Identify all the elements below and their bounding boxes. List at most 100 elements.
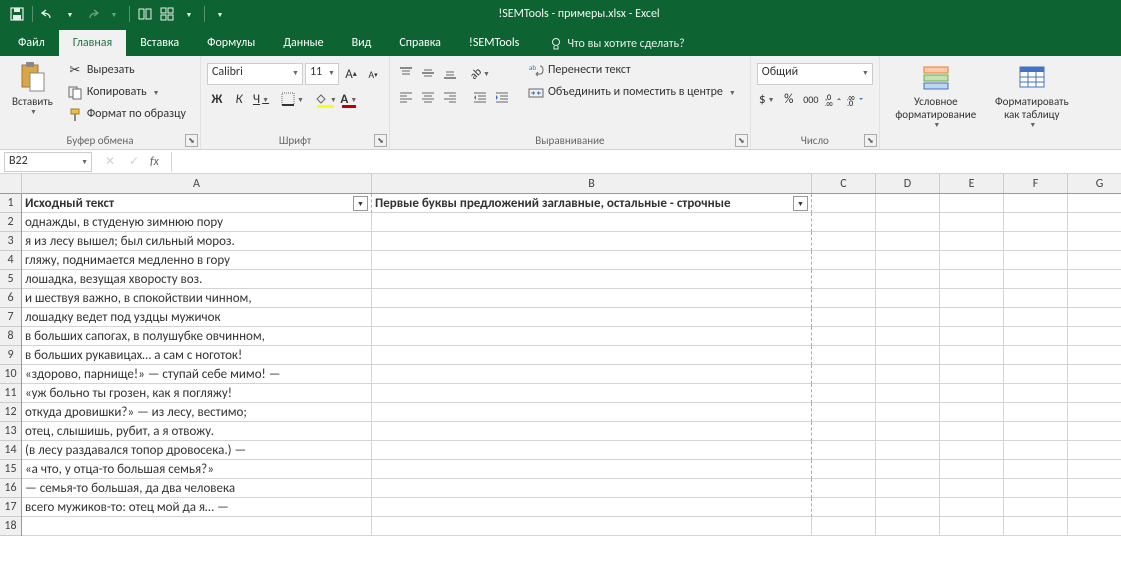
row-header-18[interactable]: 18 [0, 517, 21, 536]
cell[interactable]: всего мужиков-то: отец мой да я… — [22, 498, 372, 517]
cell[interactable] [372, 270, 812, 289]
cell[interactable] [1004, 441, 1068, 460]
tab-data[interactable]: Данные [269, 30, 337, 56]
row-header-4[interactable]: 4 [0, 251, 21, 270]
enter-icon[interactable]: ✓ [126, 154, 142, 170]
cell[interactable] [876, 232, 940, 251]
cell[interactable] [1004, 327, 1068, 346]
cell[interactable] [1068, 479, 1121, 498]
align-right-button[interactable] [440, 87, 460, 107]
cell[interactable] [940, 327, 1004, 346]
cell[interactable]: «уж больно ты грозен, как я погляжу! [22, 384, 372, 403]
cell[interactable] [812, 498, 876, 517]
cell[interactable]: откуда дровишки?» — из лесу, вестимо; [22, 403, 372, 422]
cell[interactable] [876, 270, 940, 289]
cell[interactable] [372, 441, 812, 460]
row-header-7[interactable]: 7 [0, 308, 21, 327]
align-bottom-button[interactable] [440, 63, 460, 83]
cell[interactable] [812, 479, 876, 498]
cell[interactable] [812, 270, 876, 289]
filter-button[interactable]: ▼ [353, 196, 368, 211]
cell[interactable] [372, 346, 812, 365]
column-header-E[interactable]: E [940, 174, 1004, 193]
cell[interactable] [1004, 384, 1068, 403]
row-header-9[interactable]: 9 [0, 346, 21, 365]
cell[interactable] [940, 441, 1004, 460]
cell[interactable] [372, 384, 812, 403]
cell[interactable] [1068, 194, 1121, 213]
cell[interactable] [1068, 251, 1121, 270]
cell[interactable]: в больших рукавицах… а сам с ноготок! [22, 346, 372, 365]
cell[interactable] [812, 384, 876, 403]
cell[interactable] [1004, 498, 1068, 517]
cell[interactable] [940, 232, 1004, 251]
name-box[interactable]: B22 ▼ [4, 152, 92, 172]
wrap-text-button[interactable]: ab Перенести текст [524, 61, 740, 81]
cell[interactable] [1004, 232, 1068, 251]
cell[interactable] [1004, 251, 1068, 270]
cell[interactable] [372, 308, 812, 327]
increase-indent-button[interactable] [492, 87, 512, 107]
cell[interactable] [1004, 213, 1068, 232]
thousands-button[interactable]: 000 [801, 89, 821, 109]
tab-file[interactable]: Файл [4, 30, 59, 56]
number-format-select[interactable]: Общий ▼ [757, 63, 873, 85]
cell[interactable] [812, 365, 876, 384]
cell[interactable] [876, 422, 940, 441]
increase-font-button[interactable]: A▴ [341, 64, 361, 84]
cell[interactable] [1004, 289, 1068, 308]
cell[interactable] [1068, 498, 1121, 517]
cell[interactable] [372, 498, 812, 517]
cell[interactable] [940, 194, 1004, 213]
cell[interactable] [372, 213, 812, 232]
cell[interactable] [812, 308, 876, 327]
row-header-1[interactable]: 1 [0, 194, 21, 213]
cell[interactable] [1004, 422, 1068, 441]
cell[interactable]: Исходный текст▼ [22, 194, 372, 213]
format-painter-button[interactable]: Формат по образцу [63, 105, 190, 125]
cell[interactable] [876, 194, 940, 213]
fill-color-button[interactable]: ▼ [314, 89, 337, 109]
cell[interactable]: гляжу, поднимается медленно в гору [22, 251, 372, 270]
cell[interactable] [372, 460, 812, 479]
cell[interactable] [812, 251, 876, 270]
cell[interactable]: «а что, у отца-то большая семья?» [22, 460, 372, 479]
align-left-button[interactable] [396, 87, 416, 107]
fx-icon[interactable]: fx [150, 155, 159, 169]
font-launcher[interactable]: ⬊ [374, 134, 387, 147]
font-family-select[interactable]: Calibri ▼ [207, 63, 303, 85]
cell[interactable] [812, 441, 876, 460]
tab-insert[interactable]: Вставка [126, 30, 193, 56]
cell[interactable] [812, 403, 876, 422]
cell[interactable] [372, 517, 812, 536]
cell[interactable] [876, 365, 940, 384]
tab-formulas[interactable]: Формулы [193, 30, 269, 56]
cell[interactable] [1068, 213, 1121, 232]
cell[interactable] [372, 232, 812, 251]
cell[interactable] [940, 403, 1004, 422]
column-header-G[interactable]: G [1068, 174, 1121, 193]
select-all-corner[interactable] [0, 174, 22, 194]
qat-custom1-icon[interactable] [136, 5, 154, 23]
cell[interactable] [940, 517, 1004, 536]
conditional-formatting-button[interactable]: Условное форматирование▼ [886, 59, 986, 132]
cell[interactable] [1068, 308, 1121, 327]
cell[interactable]: я из лесу вышел; был сильный мороз. [22, 232, 372, 251]
cell[interactable] [876, 498, 940, 517]
percent-button[interactable]: % [779, 89, 799, 109]
cell[interactable] [876, 327, 940, 346]
undo-icon[interactable] [39, 5, 57, 23]
cut-button[interactable]: ✂ Вырезать [63, 61, 190, 81]
row-header-11[interactable]: 11 [0, 384, 21, 403]
row-header-12[interactable]: 12 [0, 403, 21, 422]
cell[interactable] [812, 422, 876, 441]
cell[interactable] [940, 479, 1004, 498]
cell[interactable] [812, 289, 876, 308]
orientation-button[interactable]: ab▼ [470, 63, 490, 83]
row-header-10[interactable]: 10 [0, 365, 21, 384]
cell[interactable] [1004, 365, 1068, 384]
bold-button[interactable]: Ж [207, 89, 227, 109]
row-header-16[interactable]: 16 [0, 479, 21, 498]
cell[interactable] [1004, 346, 1068, 365]
cell[interactable]: в больших сапогах, в полушубке овчинном, [22, 327, 372, 346]
